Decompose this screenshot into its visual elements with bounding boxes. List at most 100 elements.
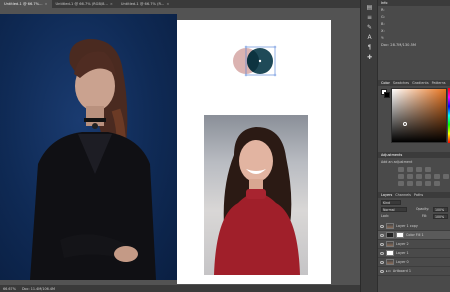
adjustment-icons-row-2 — [398, 174, 449, 179]
portrait-photo-left[interactable] — [0, 14, 177, 280]
tab-info[interactable]: Info — [381, 1, 387, 5]
exposure-icon[interactable] — [425, 167, 431, 172]
layer-thumbnail — [386, 241, 394, 247]
vibrance-icon[interactable] — [398, 174, 404, 179]
fill-label: Fill: — [422, 214, 428, 218]
tab-document-2[interactable]: Untitled-1 @ 66.7% (RGB/8... × — [52, 0, 117, 8]
visibility-eye-icon[interactable] — [380, 269, 384, 273]
tab-channels[interactable]: Channels — [395, 193, 411, 197]
info-row-g: G: — [378, 13, 450, 20]
info-row-y: Y: — [378, 34, 450, 41]
document-tab-bar: Untitled-1 @ 66.7%... × Untitled-1 @ 66.… — [0, 0, 360, 8]
paragraph-icon[interactable]: ¶ — [365, 44, 374, 51]
tab-label: Untitled-1 @ 66.7% (RGB/8... — [55, 2, 108, 6]
doc-info: Doc: 11.4M/106.4M — [21, 286, 55, 291]
info-label: Y: — [381, 35, 384, 40]
layer-row[interactable]: Layer 1 — [378, 249, 450, 258]
lock-label: Lock: — [381, 214, 390, 218]
tab-paths[interactable]: Paths — [414, 193, 423, 197]
layer-row[interactable]: Layer 1 copy — [378, 222, 450, 231]
artboard[interactable] — [177, 20, 331, 284]
layer-thumbnail — [386, 223, 394, 229]
layer-name: Layer 1 copy — [396, 224, 418, 228]
panel-icon-strip: ▤ ≡ ✎ A ¶ ✚ — [360, 0, 377, 292]
layer-row[interactable]: ▸▭ Artboard 1 — [378, 267, 450, 276]
visibility-eye-icon[interactable] — [380, 251, 384, 255]
selective-color-icon[interactable] — [434, 181, 440, 186]
color-picker-cursor[interactable] — [403, 122, 407, 126]
layer-row[interactable]: Layer 0 — [378, 258, 450, 267]
gradient-map-icon[interactable] — [425, 181, 431, 186]
blend-mode-select[interactable]: Normal — [381, 207, 407, 212]
layer-name: Artboard 1 — [392, 269, 411, 273]
black-white-icon[interactable] — [425, 174, 431, 179]
layers-panel-header: Layers Channels Paths — [378, 192, 450, 198]
status-bar: 66.67% Doc: 11.4M/106.4M — [0, 285, 360, 292]
venn-logo[interactable] — [230, 42, 280, 80]
channel-mixer-icon[interactable] — [443, 174, 449, 179]
levels-icon[interactable] — [407, 167, 413, 172]
info-label: R: — [381, 7, 385, 12]
glyphs-icon[interactable]: ✚ — [365, 54, 374, 61]
layer-thumbnail — [386, 250, 394, 256]
layer-mask-thumbnail — [396, 232, 404, 238]
brightness-icon[interactable] — [398, 167, 404, 172]
portrait-image — [30, 38, 156, 280]
portrait-photo-right[interactable] — [204, 115, 308, 275]
character-icon[interactable]: A — [365, 34, 374, 41]
document-canvas[interactable] — [0, 14, 360, 292]
tab-adjustments[interactable]: Adjustments — [381, 153, 402, 157]
tab-document-1[interactable]: Untitled-1 @ 66.7%... × — [0, 0, 52, 8]
layer-thumbnail — [386, 232, 394, 238]
visibility-eye-icon[interactable] — [380, 260, 384, 264]
adjustment-icons-row-3 — [398, 181, 440, 186]
layer-name: Layer 0 — [396, 260, 409, 264]
visibility-eye-icon[interactable] — [380, 224, 384, 228]
folder-icon: ▸▭ — [386, 269, 391, 273]
color-picker-field[interactable] — [391, 88, 447, 143]
history-icon[interactable]: ▤ — [365, 4, 374, 11]
curves-icon[interactable] — [416, 167, 422, 172]
layer-row-selected[interactable]: Color Fill 1 — [378, 231, 450, 240]
brush-icon[interactable]: ✎ — [365, 24, 374, 31]
tab-color[interactable]: Color — [381, 81, 390, 85]
fill-field[interactable]: 100% — [433, 214, 448, 219]
color-balance-icon[interactable] — [416, 174, 422, 179]
opacity-field[interactable]: 100% — [433, 207, 448, 212]
visibility-eye-icon[interactable] — [380, 233, 384, 237]
info-label: X: — [381, 28, 385, 33]
adjustments-subtitle: Add an adjustment — [381, 160, 413, 164]
right-panels: Info R: G: B: X: Y: Doc: 28.7M/130.5M Co… — [377, 0, 450, 292]
photoshop-window: Untitled-1 @ 66.7%... × Untitled-1 @ 66.… — [0, 0, 450, 292]
visibility-eye-icon[interactable] — [380, 242, 384, 246]
layer-name: Layer 1 — [396, 251, 409, 255]
tab-gradients[interactable]: Gradients — [412, 81, 429, 85]
adjustment-icons-row-1 — [398, 167, 431, 172]
background-swatch[interactable] — [384, 92, 390, 98]
tab-document-3[interactable]: Untitled-1 @ 66.7% (R... × — [117, 0, 173, 8]
layer-row[interactable]: Layer 2 — [378, 240, 450, 249]
photo-filter-icon[interactable] — [434, 174, 440, 179]
tab-label: Untitled-1 @ 66.7% (R... — [120, 2, 165, 6]
info-row-r: R: — [378, 6, 450, 13]
zoom-level[interactable]: 66.67% — [3, 287, 16, 291]
tab-layers[interactable]: Layers — [381, 193, 392, 197]
layer-thumbnail — [386, 259, 394, 265]
portrait-image — [214, 127, 300, 275]
doc-size: Doc: 28.7M/130.5M — [378, 41, 450, 48]
tab-patterns[interactable]: Patterns — [432, 81, 446, 85]
close-icon[interactable]: × — [45, 2, 48, 6]
opacity-label: Opacity: — [416, 207, 430, 211]
threshold-icon[interactable] — [416, 181, 422, 186]
layer-filter-kind[interactable]: Kind — [381, 200, 401, 205]
tab-swatches[interactable]: Swatches — [393, 81, 409, 85]
info-row-b: B: — [378, 20, 450, 27]
close-icon[interactable]: × — [166, 2, 169, 6]
invert-icon[interactable] — [398, 181, 404, 186]
hue-saturation-icon[interactable] — [407, 174, 413, 179]
tab-label: Untitled-1 @ 66.7%... — [4, 2, 43, 6]
close-icon[interactable]: × — [110, 2, 113, 6]
properties-icon[interactable]: ≡ — [365, 14, 374, 21]
info-row-x: X: — [378, 27, 450, 34]
posterize-icon[interactable] — [407, 181, 413, 186]
